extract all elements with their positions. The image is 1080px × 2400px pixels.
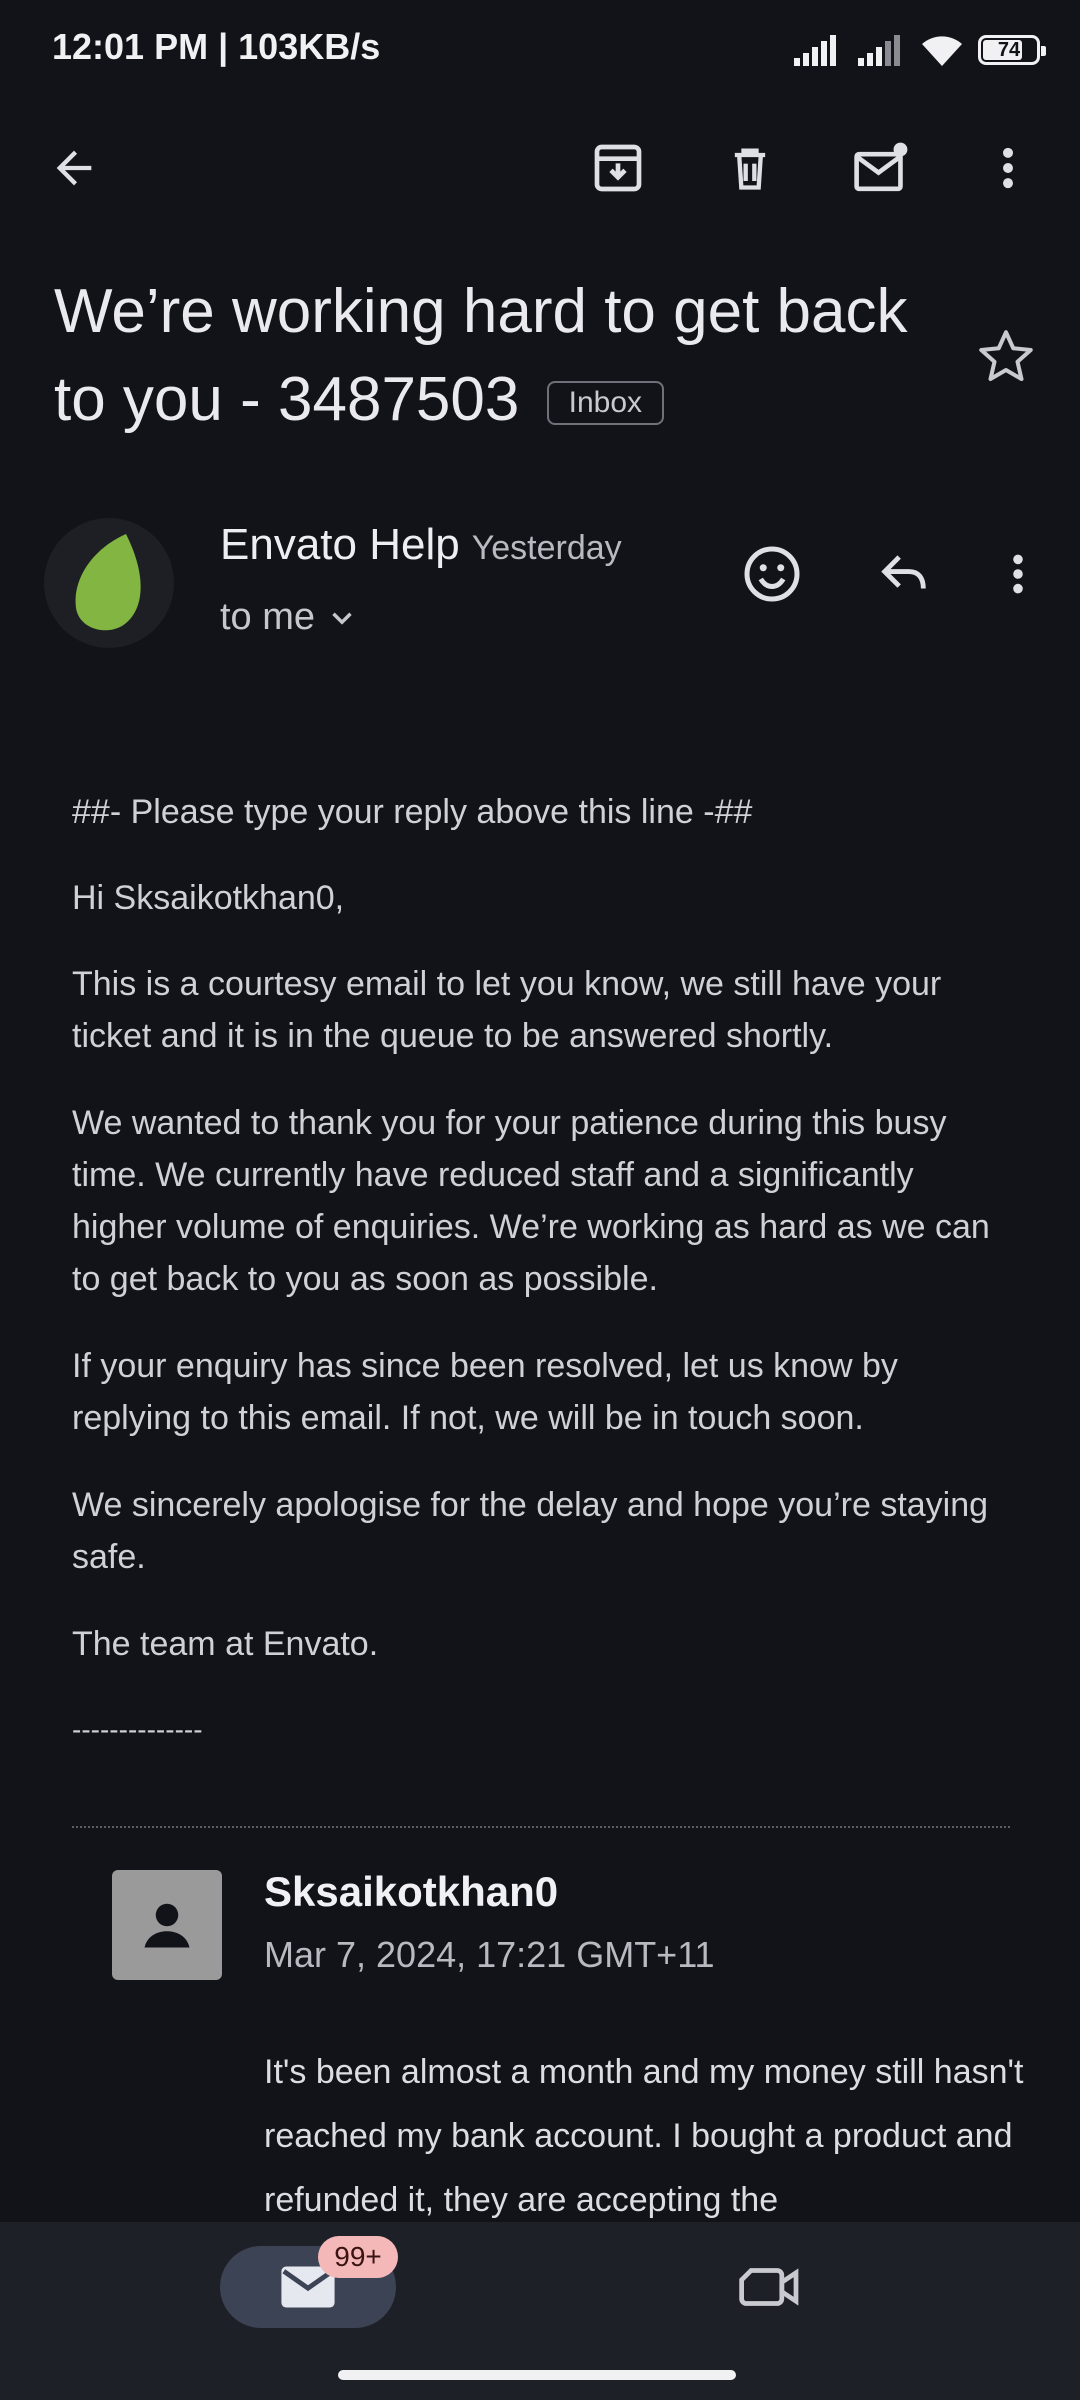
body-paragraph-1: This is a courtesy email to let you know… — [72, 965, 942, 1055]
sender-avatar[interactable] — [44, 518, 174, 648]
body-paragraph-2: We wanted to thank you for your patience… — [72, 1104, 990, 1298]
reply-button[interactable] — [862, 532, 946, 616]
delete-button[interactable] — [702, 120, 798, 216]
reply-icon — [881, 555, 926, 589]
status-icons: 74 — [792, 30, 1046, 70]
chevron-down-icon — [332, 612, 352, 625]
star-button[interactable] — [976, 326, 1036, 391]
recipient-toggle[interactable]: to me — [220, 596, 359, 639]
home-indicator[interactable] — [338, 2370, 736, 2380]
nav-meet-tab[interactable] — [730, 2246, 810, 2328]
person-icon — [144, 1903, 190, 1948]
archive-button[interactable] — [570, 120, 666, 216]
back-arrow-icon — [56, 150, 92, 186]
body-paragraph-3: If your enquiry has since been resolved,… — [72, 1347, 898, 1437]
email-time: Yesterday — [471, 529, 622, 567]
delete-icon — [734, 148, 766, 190]
recipient-text: to me — [220, 596, 316, 638]
quoted-text: It's been almost a month and my money st… — [264, 2053, 1024, 2219]
envato-leaf-icon — [75, 534, 141, 631]
signal-icon-2 — [858, 35, 900, 66]
sender-line: Envato Help Yesterday — [220, 520, 622, 570]
archive-icon — [594, 144, 642, 192]
message-more-button[interactable] — [976, 532, 1060, 616]
more-options-button[interactable] — [960, 120, 1056, 216]
email-subject: We’re working hard to get back to you - … — [54, 268, 954, 444]
status-bar: 12:01 PM | 103KB/s 74 — [0, 0, 1080, 100]
quoted-avatar — [112, 1870, 222, 1980]
body-greeting: Hi Sksaikotkhan0, — [72, 879, 345, 917]
body-separator: -------------- — [72, 1714, 203, 1745]
quote-divider — [72, 1826, 1010, 1828]
signal-icon — [794, 35, 836, 66]
quoted-author: Sksaikotkhan0 — [264, 1868, 559, 1915]
body-signoff: The team at Envato. — [72, 1625, 379, 1663]
subject-text: We’re working hard to get back to you - … — [54, 277, 908, 434]
more-vert-icon — [1003, 147, 1013, 189]
quoted-date: Mar 7, 2024, 17:21 GMT+11 — [264, 1934, 715, 1975]
video-camera-icon — [739, 2268, 799, 2306]
star-icon — [979, 330, 1033, 381]
body-paragraph-4: We sincerely apologise for the delay and… — [72, 1486, 989, 1576]
wifi-icon — [922, 36, 962, 66]
sender-name: Envato Help — [220, 520, 460, 569]
battery-icon: 74 — [978, 35, 1046, 65]
inbox-label-chip[interactable]: Inbox — [546, 381, 664, 425]
body-reply-line: ##- Please type your reply above this li… — [72, 793, 753, 831]
more-vert-icon — [1013, 554, 1023, 594]
unread-count-badge: 99+ — [318, 2236, 398, 2278]
status-time: 12:01 PM | 103KB/s — [52, 26, 381, 67]
top-toolbar — [0, 120, 1080, 216]
emoji-icon — [744, 546, 800, 602]
battery-level: 74 — [997, 38, 1021, 61]
emoji-reaction-button[interactable] — [730, 532, 814, 616]
back-button[interactable] — [26, 120, 122, 216]
mark-unread-icon — [854, 142, 908, 192]
mark-unread-button[interactable] — [834, 120, 930, 216]
